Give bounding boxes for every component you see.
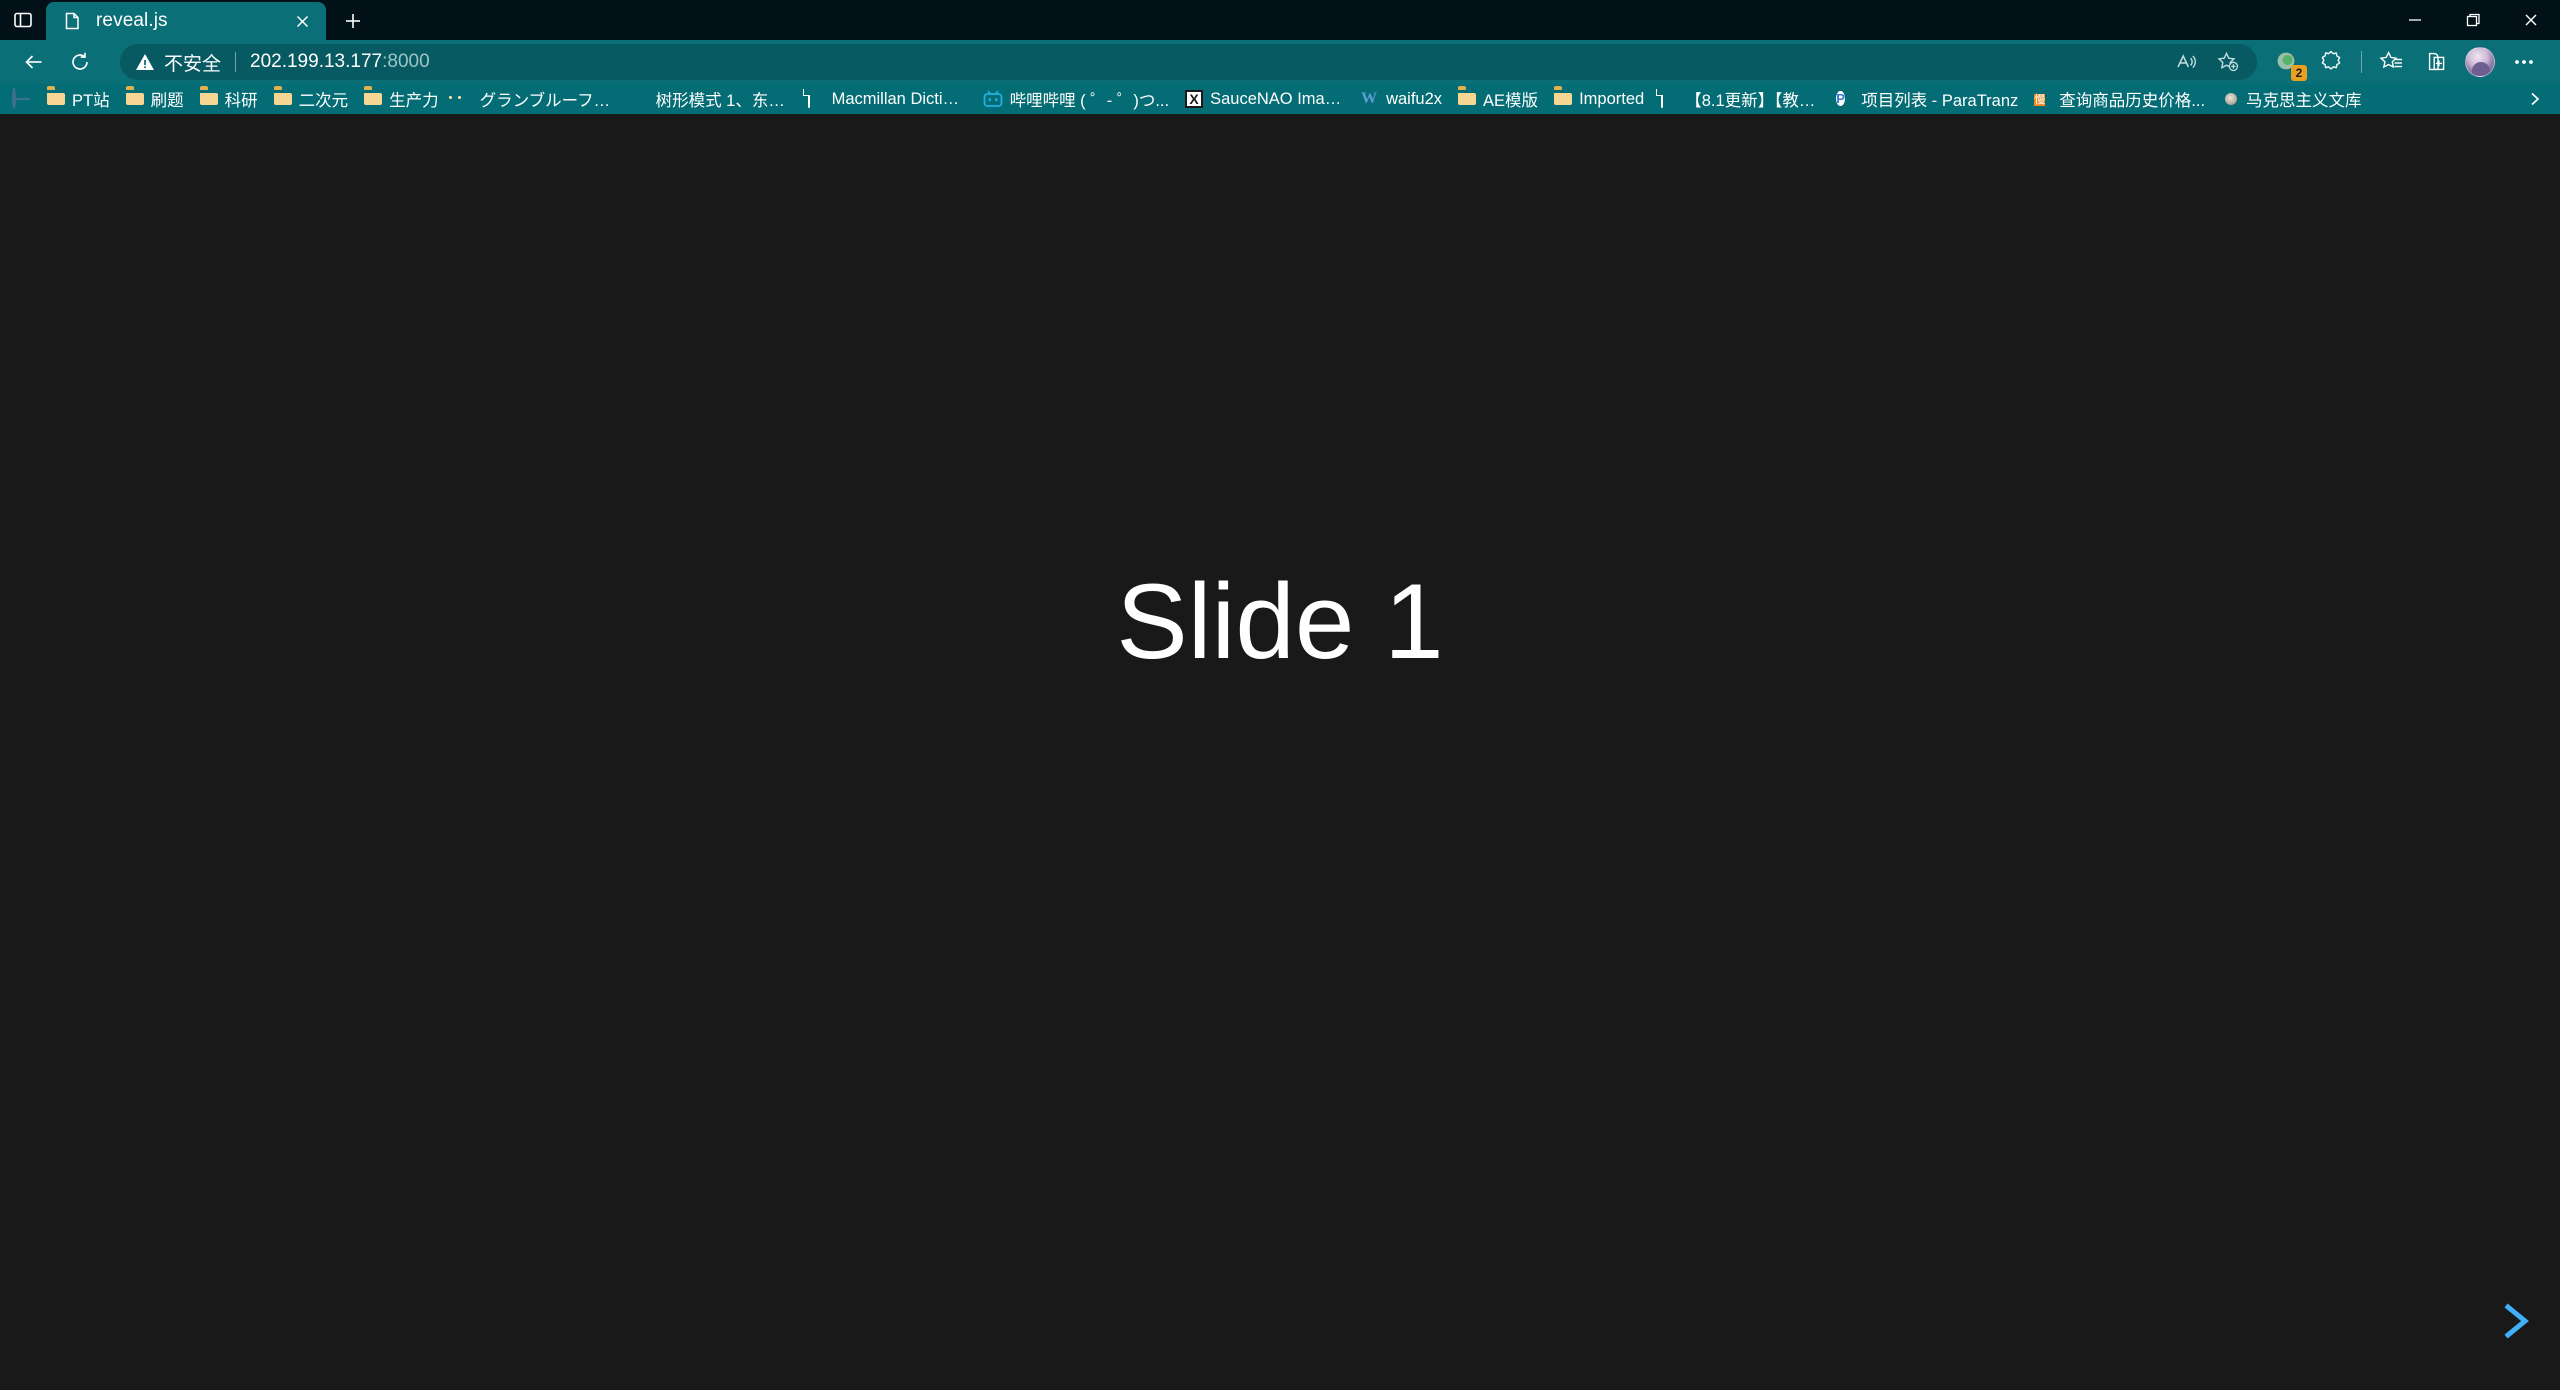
tab-title: reveal.js xyxy=(96,10,168,31)
bookmark-manmanbuy[interactable]: 慢 查询商品历史价格... xyxy=(2026,86,2213,112)
bookmark-folder-pt[interactable]: PT站 xyxy=(39,86,118,112)
new-tab-button[interactable] xyxy=(332,2,374,40)
reveal-navigation-controls xyxy=(2424,1258,2544,1378)
refresh-button[interactable] xyxy=(60,42,100,82)
bookmark-label: 哔哩哔哩 ( ゜- ゜)つ... xyxy=(1009,92,1170,110)
bookmark-label: 刷题 xyxy=(150,92,184,110)
bookmark-label: AE模版 xyxy=(1483,92,1539,110)
next-slide-arrow-icon[interactable] xyxy=(2492,1298,2538,1344)
bookmark-label: 项目列表 - ParaTranz xyxy=(1861,92,2019,110)
leaf-favicon xyxy=(631,90,649,108)
manmanbuy-favicon: 慢 xyxy=(2034,94,2046,106)
address-bar[interactable]: 不安全 202.199.13.177:8000 xyxy=(120,44,2257,80)
bookmark-granblue[interactable]: グランブルーファ... xyxy=(447,86,623,112)
add-favorite-icon[interactable] xyxy=(2207,46,2249,78)
paratranz-favicon: P xyxy=(1836,91,1845,106)
slide-title: Slide 1 xyxy=(1116,561,1444,682)
read-aloud-icon[interactable] xyxy=(2165,46,2207,78)
browser-window: reveal.js 不安全 202.199.13.177:8000 2 PT站 … xyxy=(0,0,2560,1390)
bookmark-tree-mode[interactable]: 树形模式 1、东北... xyxy=(623,86,799,112)
bookmark-label: PT站 xyxy=(72,92,110,110)
bookmark-label: 马克思主义文库 xyxy=(2246,92,2362,110)
profile-avatar[interactable] xyxy=(2458,42,2502,82)
bookmarks-bar: PT站 刷题 科研 二次元 生产力 グランブルーファ... 树形模式 1、东北.… xyxy=(0,84,2560,114)
page-icon xyxy=(62,11,82,31)
bookmark-label: グランブルーファ... xyxy=(479,92,615,110)
folder-icon xyxy=(274,90,292,108)
bookmark-bilibili[interactable]: 哔哩哔哩 ( ゜- ゜)つ... xyxy=(975,86,1178,112)
warning-triangle-icon[interactable] xyxy=(134,51,156,73)
bookmark-folder-imported[interactable]: Imported xyxy=(1546,86,1652,112)
bookmark-waifu2x[interactable]: W waifu2x xyxy=(1353,86,1450,112)
toolbar-divider xyxy=(2361,51,2362,73)
page-icon xyxy=(807,89,825,108)
bookmark-tutorial[interactable]: 【8.1更新】【教程... xyxy=(1652,86,1828,112)
omnibox-actions xyxy=(2165,44,2249,80)
bookmark-folder-shuati[interactable]: 刷题 xyxy=(118,86,192,112)
omnibox-divider xyxy=(235,52,237,72)
collections-icon[interactable] xyxy=(2414,42,2458,82)
bookmark-label: waifu2x xyxy=(1386,89,1443,108)
close-icon[interactable] xyxy=(288,7,316,35)
bookmark-label: 二次元 xyxy=(298,92,349,110)
saucenao-favicon: X xyxy=(1185,90,1204,108)
page-icon xyxy=(1660,89,1678,108)
bookmark-label: 生产力 xyxy=(389,92,439,110)
folder-icon xyxy=(200,90,218,108)
bookmark-folder-shengchanli[interactable]: 生产力 xyxy=(356,86,447,112)
marxists-favicon xyxy=(2221,90,2239,108)
browser-toolbar: 不安全 202.199.13.177:8000 2 xyxy=(0,40,2560,84)
tab-actions-button[interactable] xyxy=(0,0,46,40)
folder-icon xyxy=(47,90,65,108)
extension-badge-count: 2 xyxy=(2291,65,2307,81)
reveal-slide: Slide 1 xyxy=(0,114,2560,1390)
bookmark-label: 树形模式 1、东北... xyxy=(655,92,791,110)
page-viewport: Slide 1 xyxy=(0,114,2560,1390)
url-port: :8000 xyxy=(382,51,430,72)
waifu2x-favicon: W xyxy=(1361,90,1378,107)
bookmark-paratranz[interactable]: P 项目列表 - ParaTranz xyxy=(1828,86,2026,112)
bookmark-saucenao[interactable]: X SauceNAO Image S... xyxy=(1177,86,1353,112)
bookmark-folder-keyan[interactable]: 科研 xyxy=(192,86,266,112)
copilot-icon[interactable] xyxy=(2309,42,2353,82)
minimize-button[interactable] xyxy=(2386,0,2444,40)
title-bar: reveal.js xyxy=(0,0,2560,40)
folder-icon xyxy=(364,90,382,108)
crosshair-favicon xyxy=(12,88,30,109)
folder-icon xyxy=(1458,90,1476,108)
folder-icon xyxy=(126,90,144,108)
security-status-text: 不安全 xyxy=(164,53,222,75)
tab-reveal-js[interactable]: reveal.js xyxy=(46,2,326,40)
bookmark-item[interactable] xyxy=(8,86,39,112)
bookmark-folder-erciyuan[interactable]: 二次元 xyxy=(266,86,357,112)
extensions-icon[interactable]: 2 xyxy=(2265,42,2309,82)
maximize-button[interactable] xyxy=(2444,0,2502,40)
bookmark-label: Imported xyxy=(1579,89,1645,108)
close-window-button[interactable] xyxy=(2502,0,2560,40)
bookmark-folder-ae[interactable]: AE模版 xyxy=(1450,86,1546,112)
bookmark-label: 查询商品历史价格... xyxy=(2059,92,2206,110)
window-controls xyxy=(2386,0,2560,40)
bookmark-label: SauceNAO Image S... xyxy=(1210,89,1345,108)
favorites-list-icon[interactable] xyxy=(2370,42,2414,82)
avatar xyxy=(2465,47,2495,77)
settings-more-icon[interactable] xyxy=(2502,42,2546,82)
url-text: 202.199.13.177:8000 xyxy=(250,51,430,73)
bookmark-label: Macmillan Dictiona... xyxy=(831,89,967,108)
bookmark-macmillan[interactable]: Macmillan Dictiona... xyxy=(799,86,975,112)
folder-icon xyxy=(1554,90,1572,108)
bookmarks-overflow-button[interactable] xyxy=(2518,84,2552,114)
toolbar-actions: 2 xyxy=(2265,42,2546,82)
bilibili-favicon xyxy=(983,90,1003,108)
url-host: 202.199.13.177 xyxy=(250,51,383,72)
bookmark-marxists[interactable]: 马克思主义文库 xyxy=(2213,86,2370,112)
granblue-favicon xyxy=(455,90,473,108)
back-button[interactable] xyxy=(14,42,54,82)
tab-strip: reveal.js xyxy=(0,0,374,40)
bookmark-label: 科研 xyxy=(224,92,258,110)
bookmark-label: 【8.1更新】【教程... xyxy=(1685,92,1821,110)
